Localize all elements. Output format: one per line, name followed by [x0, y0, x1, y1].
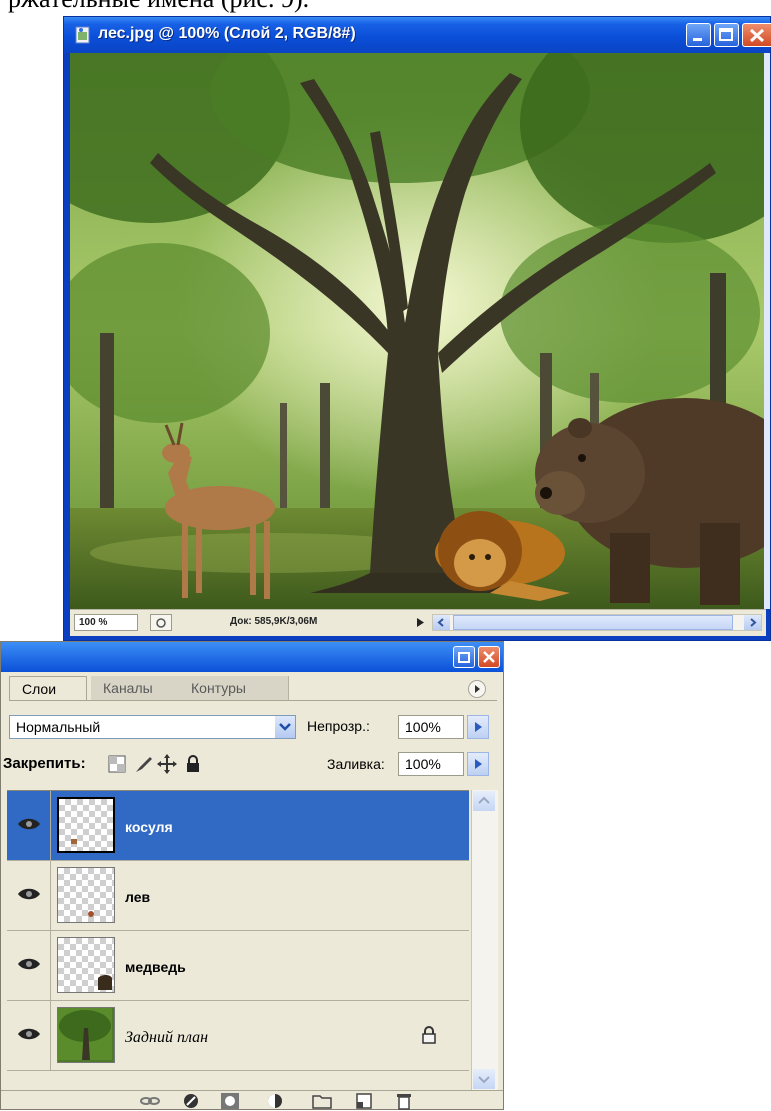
deer-thumbnail-mark — [71, 839, 77, 844]
arrow-right-icon — [475, 722, 482, 732]
eye-icon — [18, 1028, 40, 1040]
layer-visibility-toggle[interactable] — [7, 791, 51, 860]
layer-thumbnail — [57, 797, 115, 853]
status-menu-arrow-icon[interactable] — [412, 615, 428, 630]
layer-row-medved[interactable]: медведь — [7, 931, 469, 1001]
document-window: лес.jpg @ 100% (Слой 2, RGB/8#) 100 % До… — [63, 16, 771, 641]
layers-scrollbar[interactable] — [471, 790, 498, 1090]
adjustment-layer-icon[interactable] — [265, 1092, 287, 1110]
scroll-up-button[interactable] — [473, 791, 495, 811]
lock-position-move-icon[interactable] — [156, 753, 178, 775]
new-layer-icon[interactable] — [353, 1092, 375, 1110]
layer-name: косуля — [125, 819, 173, 835]
layer-name: лев — [125, 889, 151, 905]
layer-name: Задний план — [125, 1029, 209, 1046]
layers-list: косуля лев медведь Задний план — [7, 790, 469, 1091]
eye-icon — [18, 888, 40, 900]
close-button[interactable] — [742, 23, 771, 47]
arrow-right-icon — [475, 759, 482, 769]
layer-row-background[interactable]: Задний план — [7, 1001, 469, 1071]
scroll-down-button[interactable] — [473, 1069, 495, 1089]
horizontal-scrollbar[interactable] — [432, 614, 762, 631]
arrow-right-icon — [750, 618, 757, 627]
forest-thumbnail-mark — [58, 1008, 112, 1060]
scroll-left-button[interactable] — [433, 615, 450, 630]
lock-label: Закрепить: — [3, 755, 86, 772]
close-icon — [483, 651, 495, 663]
tab-layers[interactable]: Слои — [9, 676, 87, 700]
fill-slider-button[interactable] — [467, 752, 489, 776]
blend-mode-value: Нормальный — [16, 719, 101, 735]
lion-thumbnail-mark — [88, 911, 94, 917]
document-statusbar: 100 % Док: 585,9K/3,06M — [70, 609, 766, 636]
document-titlebar[interactable]: лес.jpg @ 100% (Слой 2, RGB/8#) — [64, 17, 771, 53]
arrow-left-icon — [437, 618, 444, 627]
layers-panel-titlebar[interactable] — [1, 642, 503, 672]
zoom-level-field[interactable]: 100 % — [74, 614, 138, 631]
blend-mode-dropdown-arrow[interactable] — [275, 716, 295, 738]
lock-pixels-brush-icon[interactable] — [132, 753, 154, 775]
document-size-info: Док: 585,9K/3,06M — [230, 616, 318, 627]
tab-channels[interactable]: Каналы — [91, 676, 179, 700]
layer-mask-icon[interactable] — [219, 1092, 241, 1110]
lock-all-icon[interactable] — [182, 753, 204, 775]
maximize-button[interactable] — [714, 23, 739, 47]
minimize-icon — [458, 652, 470, 663]
panel-tabs: Слои Каналы Контуры — [9, 676, 497, 701]
scroll-right-button[interactable] — [744, 615, 761, 630]
status-nav-button[interactable] — [150, 614, 172, 631]
layer-thumbnail — [57, 937, 115, 993]
layer-row-kosulya[interactable]: косуля — [7, 791, 469, 861]
lock-transparency-icon[interactable] — [106, 753, 128, 775]
panel-minimize-button[interactable] — [453, 646, 475, 668]
minimize-icon — [693, 38, 702, 41]
horizontal-scroll-thumb[interactable] — [453, 615, 733, 630]
layers-panel: Слои Каналы Контуры Нормальный Непрозр.:… — [0, 641, 504, 1110]
layer-thumbnail — [57, 867, 115, 923]
photoshop-document-icon — [75, 26, 90, 44]
chevron-down-icon — [478, 1076, 490, 1084]
image-canvas[interactable] — [70, 53, 766, 609]
layers-footer-toolbar — [1, 1090, 503, 1111]
document-title: лес.jpg @ 100% (Слой 2, RGB/8#) — [98, 25, 356, 42]
layer-visibility-toggle[interactable] — [7, 931, 51, 1000]
opacity-field[interactable]: 100% — [398, 715, 464, 739]
layer-visibility-toggle[interactable] — [7, 861, 51, 930]
maximize-icon — [719, 28, 733, 41]
page-caption-fragment: ржательные имена (рис. 9). — [8, 0, 309, 14]
opacity-slider-button[interactable] — [467, 715, 489, 739]
eye-icon — [18, 818, 40, 830]
fill-field[interactable]: 100% — [398, 752, 464, 776]
minimize-button[interactable] — [686, 23, 711, 47]
layer-visibility-toggle[interactable] — [7, 1001, 51, 1070]
blend-mode-select[interactable]: Нормальный — [9, 715, 296, 739]
navigator-icon — [156, 618, 166, 628]
tab-paths[interactable]: Контуры — [179, 676, 289, 700]
chevron-up-icon — [478, 796, 490, 804]
close-icon — [749, 28, 765, 43]
forest-scene-image — [70, 53, 766, 609]
fill-label: Заливка: — [327, 756, 385, 772]
layer-thumbnail — [57, 1007, 115, 1063]
layer-row-lev[interactable]: лев — [7, 861, 469, 931]
layer-style-icon[interactable] — [181, 1092, 203, 1110]
bear-thumbnail-mark — [98, 975, 112, 990]
new-group-icon[interactable] — [311, 1092, 333, 1110]
panel-menu-button[interactable] — [468, 680, 486, 698]
layer-lock-icon — [422, 1026, 436, 1044]
panel-close-button[interactable] — [478, 646, 500, 668]
chevron-down-icon — [279, 723, 291, 731]
opacity-label: Непрозр.: — [307, 718, 370, 734]
vertical-scrollbar[interactable] — [764, 53, 770, 609]
delete-layer-icon[interactable] — [393, 1092, 415, 1110]
link-layers-icon[interactable] — [139, 1092, 161, 1110]
layer-name: медведь — [125, 959, 186, 975]
eye-icon — [18, 958, 40, 970]
menu-arrow-icon — [475, 685, 480, 693]
